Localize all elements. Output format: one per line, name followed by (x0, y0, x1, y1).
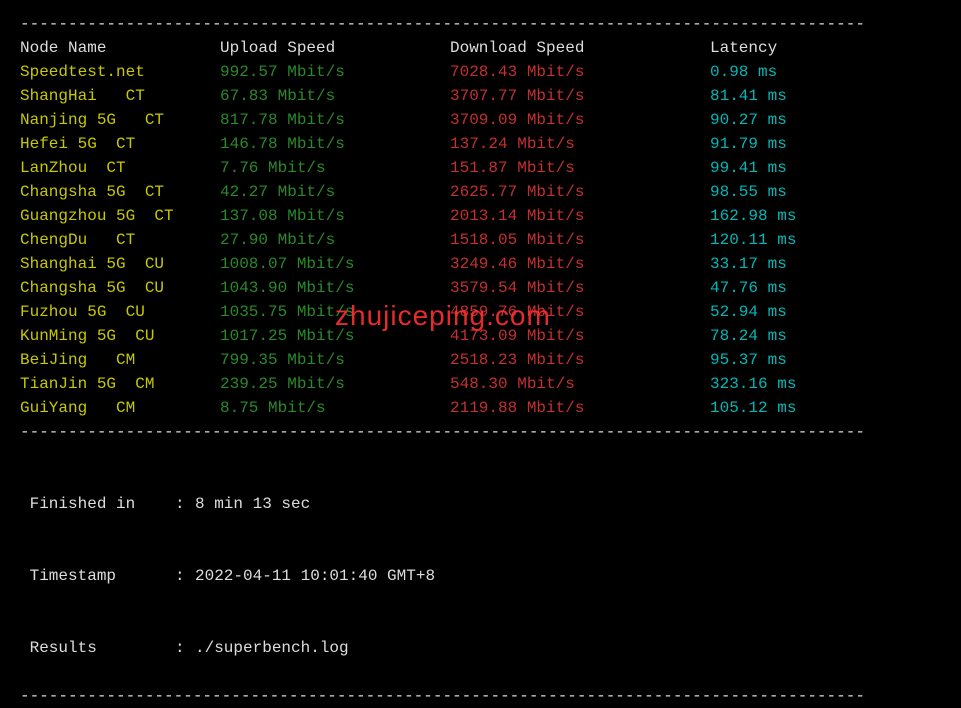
upload-speed: 42.27 Mbit/s (220, 180, 450, 204)
upload-speed: 1035.75 Mbit/s (220, 300, 450, 324)
node-name: Fuzhou 5G CU (20, 300, 220, 324)
footer-finished-label: Finished in (20, 492, 175, 516)
latency: 105.12 ms (710, 396, 910, 420)
download-speed: 7028.43 Mbit/s (450, 60, 710, 84)
node-name: Shanghai 5G CU (20, 252, 220, 276)
footer-finished-value: 8 min 13 sec (195, 492, 310, 516)
table-row: Changsha 5G CT42.27 Mbit/s2625.77 Mbit/s… (20, 180, 941, 204)
latency: 0.98 ms (710, 60, 910, 84)
footer-finished: Finished in : 8 min 13 sec (20, 492, 941, 516)
divider-bottom: ----------------------------------------… (20, 684, 941, 708)
footer-sep: : (175, 492, 195, 516)
latency: 91.79 ms (710, 132, 910, 156)
table-row: Shanghai 5G CU1008.07 Mbit/s3249.46 Mbit… (20, 252, 941, 276)
table-row: Speedtest.net992.57 Mbit/s7028.43 Mbit/s… (20, 60, 941, 84)
footer-sep: : (175, 636, 195, 660)
upload-speed: 992.57 Mbit/s (220, 60, 450, 84)
footer-timestamp: Timestamp : 2022-04-11 10:01:40 GMT+8 (20, 564, 941, 588)
header-download: Download Speed (450, 36, 710, 60)
download-speed: 4859.76 Mbit/s (450, 300, 710, 324)
node-name: LanZhou CT (20, 156, 220, 180)
table-row: ShangHai CT67.83 Mbit/s3707.77 Mbit/s81.… (20, 84, 941, 108)
download-speed: 2119.88 Mbit/s (450, 396, 710, 420)
download-speed: 2013.14 Mbit/s (450, 204, 710, 228)
upload-speed: 1043.90 Mbit/s (220, 276, 450, 300)
node-name: Nanjing 5G CT (20, 108, 220, 132)
upload-speed: 146.78 Mbit/s (220, 132, 450, 156)
node-name: Speedtest.net (20, 60, 220, 84)
latency: 47.76 ms (710, 276, 910, 300)
latency: 98.55 ms (710, 180, 910, 204)
upload-speed: 67.83 Mbit/s (220, 84, 450, 108)
download-speed: 1518.05 Mbit/s (450, 228, 710, 252)
download-speed: 3579.54 Mbit/s (450, 276, 710, 300)
table-row: ChengDu CT27.90 Mbit/s1518.05 Mbit/s120.… (20, 228, 941, 252)
node-name: Hefei 5G CT (20, 132, 220, 156)
upload-speed: 1017.25 Mbit/s (220, 324, 450, 348)
footer-results-value: ./superbench.log (195, 636, 349, 660)
latency: 120.11 ms (710, 228, 910, 252)
latency: 33.17 ms (710, 252, 910, 276)
download-speed: 548.30 Mbit/s (450, 372, 710, 396)
upload-speed: 799.35 Mbit/s (220, 348, 450, 372)
upload-speed: 817.78 Mbit/s (220, 108, 450, 132)
latency: 52.94 ms (710, 300, 910, 324)
upload-speed: 7.76 Mbit/s (220, 156, 450, 180)
node-name: Guangzhou 5G CT (20, 204, 220, 228)
footer-results: Results : ./superbench.log (20, 636, 941, 660)
latency: 162.98 ms (710, 204, 910, 228)
table-row: TianJin 5G CM239.25 Mbit/s548.30 Mbit/s3… (20, 372, 941, 396)
download-speed: 2625.77 Mbit/s (450, 180, 710, 204)
download-speed: 3249.46 Mbit/s (450, 252, 710, 276)
footer-timestamp-value: 2022-04-11 10:01:40 GMT+8 (195, 564, 435, 588)
table-row: LanZhou CT7.76 Mbit/s151.87 Mbit/s99.41 … (20, 156, 941, 180)
node-name: Changsha 5G CT (20, 180, 220, 204)
download-speed: 4173.09 Mbit/s (450, 324, 710, 348)
node-name: Changsha 5G CU (20, 276, 220, 300)
header-latency: Latency (710, 36, 910, 60)
footer: Finished in : 8 min 13 sec Timestamp : 2… (20, 444, 941, 684)
latency: 99.41 ms (710, 156, 910, 180)
header-node: Node Name (20, 36, 220, 60)
upload-speed: 239.25 Mbit/s (220, 372, 450, 396)
table-row: Nanjing 5G CT817.78 Mbit/s3709.09 Mbit/s… (20, 108, 941, 132)
node-name: TianJin 5G CM (20, 372, 220, 396)
footer-results-label: Results (20, 636, 175, 660)
table-row: Hefei 5G CT146.78 Mbit/s137.24 Mbit/s91.… (20, 132, 941, 156)
upload-speed: 8.75 Mbit/s (220, 396, 450, 420)
node-name: ChengDu CT (20, 228, 220, 252)
header-upload: Upload Speed (220, 36, 450, 60)
node-name: BeiJing CM (20, 348, 220, 372)
table-body: Speedtest.net992.57 Mbit/s7028.43 Mbit/s… (20, 60, 941, 420)
node-name: ShangHai CT (20, 84, 220, 108)
divider-top: ----------------------------------------… (20, 12, 941, 36)
latency: 95.37 ms (710, 348, 910, 372)
upload-speed: 137.08 Mbit/s (220, 204, 450, 228)
footer-sep: : (175, 564, 195, 588)
table-row: Changsha 5G CU1043.90 Mbit/s3579.54 Mbit… (20, 276, 941, 300)
latency: 81.41 ms (710, 84, 910, 108)
download-speed: 3709.09 Mbit/s (450, 108, 710, 132)
upload-speed: 27.90 Mbit/s (220, 228, 450, 252)
download-speed: 2518.23 Mbit/s (450, 348, 710, 372)
download-speed: 151.87 Mbit/s (450, 156, 710, 180)
latency: 90.27 ms (710, 108, 910, 132)
latency: 323.16 ms (710, 372, 910, 396)
table-row: KunMing 5G CU1017.25 Mbit/s4173.09 Mbit/… (20, 324, 941, 348)
node-name: KunMing 5G CU (20, 324, 220, 348)
table-row: Fuzhou 5G CU1035.75 Mbit/s4859.76 Mbit/s… (20, 300, 941, 324)
node-name: GuiYang CM (20, 396, 220, 420)
table-row: BeiJing CM799.35 Mbit/s2518.23 Mbit/s95.… (20, 348, 941, 372)
footer-timestamp-label: Timestamp (20, 564, 175, 588)
table-row: Guangzhou 5G CT137.08 Mbit/s2013.14 Mbit… (20, 204, 941, 228)
table-header: Node Name Upload Speed Download Speed La… (20, 36, 941, 60)
download-speed: 137.24 Mbit/s (450, 132, 710, 156)
latency: 78.24 ms (710, 324, 910, 348)
upload-speed: 1008.07 Mbit/s (220, 252, 450, 276)
table-row: GuiYang CM8.75 Mbit/s2119.88 Mbit/s105.1… (20, 396, 941, 420)
divider-middle: ----------------------------------------… (20, 420, 941, 444)
download-speed: 3707.77 Mbit/s (450, 84, 710, 108)
